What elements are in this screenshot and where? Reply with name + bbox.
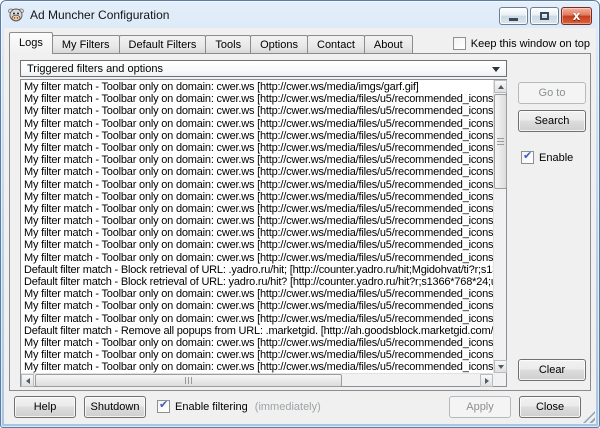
go-to-button[interactable]: Go to	[518, 82, 586, 104]
enable-filtering-label: Enable filtering	[175, 401, 248, 413]
arrow-left-icon	[26, 378, 30, 384]
log-row[interactable]: My filter match - Toolbar only on domain…	[24, 313, 493, 325]
log-row[interactable]: My filter match - Toolbar only on domain…	[24, 179, 493, 191]
log-row[interactable]: My filter match - Toolbar only on domain…	[24, 154, 493, 166]
tab-strip: LogsMy FiltersDefault FiltersToolsOption…	[9, 32, 591, 54]
scroll-left-button[interactable]	[21, 374, 34, 387]
search-button[interactable]: Search	[518, 110, 586, 132]
log-row[interactable]: My filter match - Toolbar only on domain…	[24, 300, 493, 312]
arrow-down-icon	[498, 365, 504, 369]
enable-log-box[interactable]	[521, 151, 534, 164]
help-button[interactable]: Help	[14, 396, 76, 418]
window-title: Ad Muncher Configuration	[30, 8, 169, 22]
log-listbox[interactable]: My filter match - Toolbar only on domain…	[20, 79, 507, 387]
log-row[interactable]: Default filter match - Block retrieval o…	[24, 264, 493, 276]
vertical-scrollbar[interactable]	[493, 80, 506, 373]
enable-log-label: Enable	[539, 152, 573, 164]
enable-filtering-suffix: (immediately)	[255, 401, 321, 413]
scroll-right-button[interactable]	[480, 374, 493, 387]
tab-my-filters[interactable]: My Filters	[52, 35, 120, 54]
horizontal-scrollbar-thumb[interactable]	[35, 374, 342, 387]
footer-bar: Help Shutdown Enable filtering (immediat…	[9, 396, 591, 418]
tab-logs[interactable]: Logs	[9, 32, 53, 54]
log-row[interactable]: My filter match - Toolbar only on domain…	[24, 166, 493, 178]
log-type-dropdown-value: Triggered filters and options	[27, 63, 163, 75]
log-row[interactable]: My filter match - Toolbar only on domain…	[24, 118, 493, 130]
vertical-scrollbar-thumb[interactable]	[494, 94, 507, 189]
shutdown-button[interactable]: Shutdown	[84, 396, 146, 418]
thumb-grip-icon	[497, 138, 504, 146]
chevron-down-icon	[492, 67, 500, 72]
log-lines: My filter match - Toolbar only on domain…	[21, 81, 493, 373]
log-row[interactable]: Default filter match - Block retrieval o…	[24, 276, 493, 288]
log-row[interactable]: My filter match - Toolbar only on domain…	[24, 142, 493, 154]
horizontal-scrollbar[interactable]	[21, 373, 493, 386]
arrow-up-icon	[498, 85, 504, 89]
log-row[interactable]: My filter match - Toolbar only on domain…	[24, 191, 493, 203]
tab-contact[interactable]: Contact	[307, 35, 365, 54]
tab-tools[interactable]: Tools	[205, 35, 251, 54]
log-type-dropdown[interactable]: Triggered filters and options	[20, 60, 507, 77]
log-row[interactable]: My filter match - Toolbar only on domain…	[24, 203, 493, 215]
close-window-button[interactable]: x	[561, 7, 592, 25]
log-row[interactable]: My filter match - Toolbar only on domain…	[24, 215, 493, 227]
log-row[interactable]: My filter match - Toolbar only on domain…	[24, 93, 493, 105]
scroll-up-button[interactable]	[494, 80, 507, 93]
log-row[interactable]: My filter match - Toolbar only on domain…	[24, 130, 493, 142]
scroll-down-button[interactable]	[494, 360, 507, 373]
log-row[interactable]: Default filter match - Remove all popups…	[24, 325, 493, 337]
close-icon: x	[573, 10, 581, 22]
log-row[interactable]: My filter match - Toolbar only on domain…	[24, 349, 493, 361]
arrow-right-icon	[485, 378, 489, 384]
tab-default-filters[interactable]: Default Filters	[119, 35, 207, 54]
tab-about[interactable]: About	[364, 35, 413, 54]
log-row[interactable]: My filter match - Toolbar only on domain…	[24, 288, 493, 300]
minimize-button[interactable]	[499, 7, 528, 25]
keep-on-top-checkbox[interactable]: Keep this window on top	[453, 37, 590, 50]
scrollbar-corner	[493, 373, 506, 386]
close-button[interactable]: Close	[519, 396, 581, 418]
log-row[interactable]: My filter match - Toolbar only on domain…	[24, 81, 493, 93]
log-row[interactable]: My filter match - Toolbar only on domain…	[24, 105, 493, 117]
client-area: LogsMy FiltersDefault FiltersToolsOption…	[4, 28, 596, 424]
maximize-button[interactable]	[530, 7, 559, 25]
enable-filtering-checkbox[interactable]: Enable filtering (immediately)	[157, 400, 321, 413]
minimize-icon	[509, 18, 518, 21]
log-row[interactable]: My filter match - Toolbar only on domain…	[24, 337, 493, 349]
tab-options[interactable]: Options	[250, 35, 308, 54]
ad-muncher-window: Ad Muncher Configuration x LogsMy Filter…	[0, 0, 600, 428]
keep-on-top-box[interactable]	[453, 37, 466, 50]
apply-button[interactable]: Apply	[449, 396, 511, 418]
app-icon	[8, 7, 24, 23]
keep-on-top-label: Keep this window on top	[471, 38, 590, 50]
log-row[interactable]: My filter match - Toolbar only on domain…	[24, 239, 493, 251]
enable-log-checkbox[interactable]: Enable	[521, 151, 573, 164]
enable-filtering-box[interactable]	[157, 400, 170, 413]
logs-tab-panel: Triggered filters and options My filter …	[9, 53, 591, 391]
thumb-grip-icon	[185, 377, 193, 384]
clear-button[interactable]: Clear	[518, 359, 586, 381]
log-row[interactable]: My filter match - Toolbar only on domain…	[24, 252, 493, 264]
log-row[interactable]: My filter match - Toolbar only on domain…	[24, 361, 493, 373]
log-row[interactable]: My filter match - Toolbar only on domain…	[24, 227, 493, 239]
maximize-icon	[540, 12, 549, 20]
